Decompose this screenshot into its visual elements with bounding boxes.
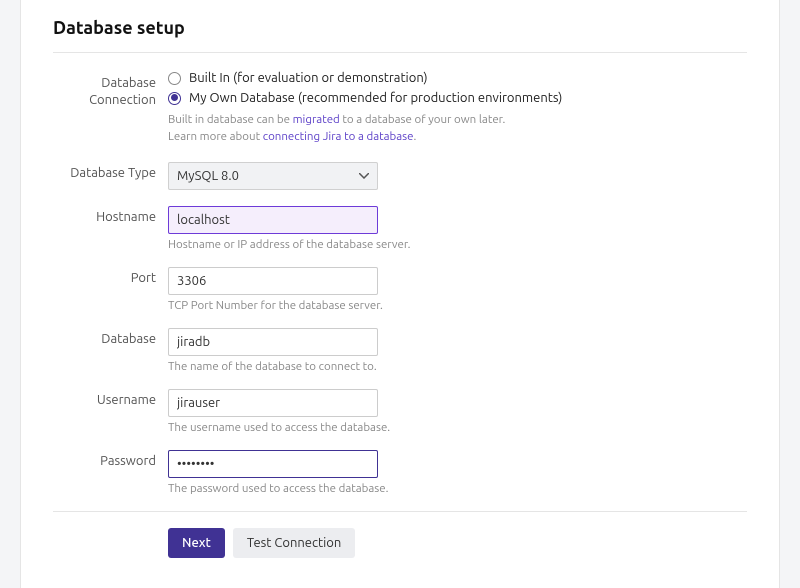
link-migrated[interactable]: migrated: [293, 113, 340, 126]
label-connection: Database Connection: [53, 71, 168, 109]
row-hostname: Hostname Hostname or IP address of the d…: [53, 206, 747, 251]
input-password[interactable]: [168, 450, 378, 478]
hint-hostname: Hostname or IP address of the database s…: [168, 238, 747, 251]
radio-label-built-in: Built In (for evaluation or demonstratio…: [189, 71, 428, 85]
label-password: Password: [53, 450, 168, 468]
radio-icon[interactable]: [168, 92, 181, 105]
link-connect-db[interactable]: connecting Jira to a database: [263, 130, 414, 143]
input-port[interactable]: [168, 267, 378, 295]
row-database: Database The name of the database to con…: [53, 328, 747, 373]
label-database: Database: [53, 328, 168, 346]
radio-option-own-db[interactable]: My Own Database (recommended for product…: [168, 91, 747, 105]
label-username: Username: [53, 389, 168, 407]
test-connection-button[interactable]: Test Connection: [233, 528, 355, 558]
label-db-type: Database Type: [53, 162, 168, 180]
row-connection: Database Connection Built In (for evalua…: [53, 71, 747, 146]
input-hostname[interactable]: [168, 206, 378, 234]
hint-password: The password used to access the database…: [168, 482, 747, 495]
row-password: Password The password used to access the…: [53, 450, 747, 495]
next-button[interactable]: Next: [168, 528, 225, 558]
connection-hint: Built in database can be migrated to a d…: [168, 111, 747, 146]
hint-port: TCP Port Number for the database server.: [168, 299, 747, 312]
row-db-type: Database Type MySQL 8.0: [53, 162, 747, 190]
row-username: Username The username used to access the…: [53, 389, 747, 434]
hint-username: The username used to access the database…: [168, 421, 747, 434]
row-port: Port TCP Port Number for the database se…: [53, 267, 747, 312]
actions-bar: Next Test Connection: [53, 511, 747, 558]
database-setup-panel: Database setup Database Connection Built…: [20, 0, 780, 588]
page-title: Database setup: [53, 18, 747, 38]
hint-database: The name of the database to connect to.: [168, 360, 747, 373]
input-database[interactable]: [168, 328, 378, 356]
divider: [53, 52, 747, 53]
radio-icon[interactable]: [168, 72, 181, 85]
label-hostname: Hostname: [53, 206, 168, 224]
radio-label-own-db: My Own Database (recommended for product…: [189, 91, 562, 105]
radio-option-built-in[interactable]: Built In (for evaluation or demonstratio…: [168, 71, 747, 85]
input-username[interactable]: [168, 389, 378, 417]
label-port: Port: [53, 267, 168, 285]
select-db-type[interactable]: MySQL 8.0: [168, 162, 378, 190]
connection-content: Built In (for evaluation or demonstratio…: [168, 71, 747, 146]
